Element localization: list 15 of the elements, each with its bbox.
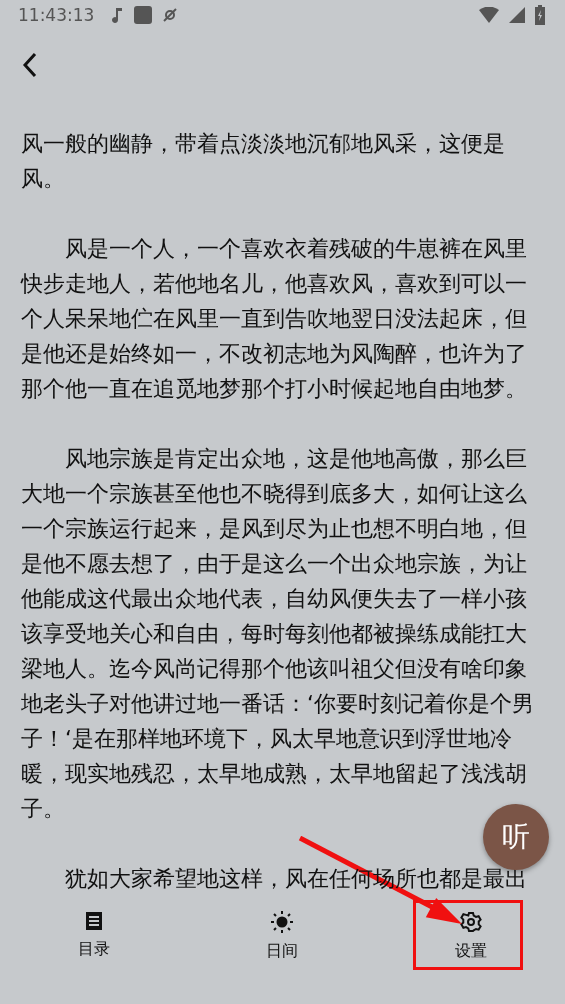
list-icon — [84, 911, 105, 931]
nav-item[interactable]: 设置 — [376, 897, 565, 975]
status-time: 11:43:13 — [18, 5, 95, 25]
sun-icon — [271, 911, 294, 933]
music-note-icon — [110, 6, 125, 24]
signal-icon — [509, 7, 525, 23]
nav-item[interactable]: 目录 — [0, 897, 189, 975]
battery-icon — [535, 5, 545, 25]
nav-item[interactable]: 日间 — [188, 897, 377, 975]
paragraph: 风是一个人，一个喜欢衣着残破的牛崽裤在风里快步走地人，若他地名儿，他喜欢风，喜欢到可以一个人呆呆地伫在风里一直到告吹地翌日没法起床，但是他还是始终如一，不改初志地为风陶醉，也许为了那个他一直在追觅地梦那个打小时候起地自由地梦。 — [21, 235, 528, 403]
listen-button[interactable]: 听 — [483, 804, 549, 870]
settings-icon — [459, 911, 482, 933]
wifi-icon — [479, 7, 499, 23]
paragraph: 风一般的幽静，带着点淡淡地沉郁地风采，这便是风。 — [21, 130, 506, 193]
square-icon — [134, 6, 153, 24]
